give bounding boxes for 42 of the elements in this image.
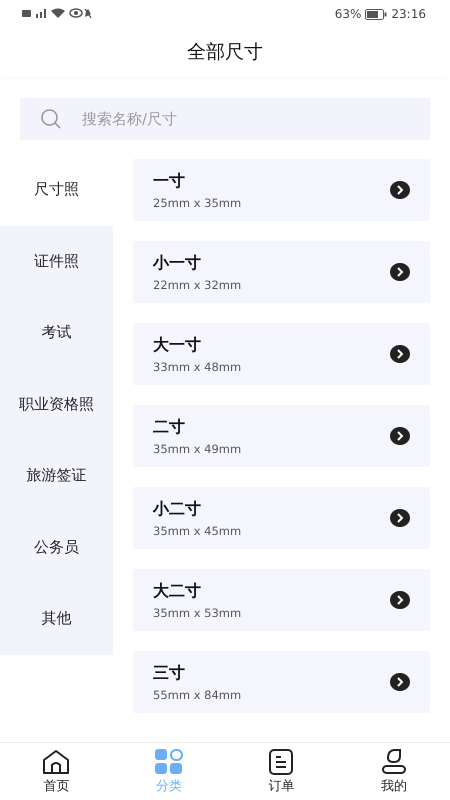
signal-icon (22, 6, 92, 18)
person-icon (380, 749, 408, 775)
size-card[interactable]: 一寸 25mm x 35mm (133, 159, 430, 221)
size-card[interactable]: 小一寸 22mm x 32mm (133, 241, 430, 303)
size-card[interactable]: 大一寸 33mm x 48mm (133, 323, 430, 385)
size-name: 大二寸 (153, 580, 202, 602)
size-dimensions: 33mm x 48mm (153, 360, 242, 374)
document-icon (267, 749, 296, 775)
size-name: 二寸 (153, 416, 186, 438)
chevron-right-icon (390, 673, 410, 691)
size-card[interactable]: 小二寸 35mm x 45mm (133, 487, 430, 549)
tab-item[interactable]: 首页 (0, 743, 112, 800)
size-dimensions: 35mm x 45mm (153, 524, 242, 538)
size-card[interactable]: 三寸 55mm x 84mm (133, 651, 430, 713)
size-name: 小二寸 (153, 498, 202, 520)
chevron-right-icon (390, 591, 410, 609)
size-dimensions: 25mm x 35mm (153, 196, 242, 210)
category-item[interactable]: 尺寸照 (0, 154, 113, 226)
size-card[interactable]: 二寸 35mm x 49mm (133, 405, 430, 467)
home-icon (42, 749, 70, 775)
page-title: 全部尺寸 (187, 40, 263, 65)
size-name: 三寸 (153, 662, 186, 684)
tab-item[interactable]: 订单 (225, 743, 338, 800)
battery-percent: 63% (334, 7, 362, 21)
chevron-right-icon (390, 181, 410, 199)
size-dimensions: 22mm x 32mm (153, 278, 242, 292)
chevron-right-icon (390, 509, 410, 527)
size-name: 小一寸 (153, 252, 202, 274)
tab-item[interactable]: 我的 (338, 743, 450, 800)
size-dimensions: 35mm x 53mm (153, 606, 242, 620)
chevron-right-icon (390, 427, 410, 445)
grid-icon (154, 749, 183, 775)
size-dimensions: 35mm x 49mm (153, 442, 242, 456)
size-card[interactable]: 大二寸 35mm x 53mm (133, 569, 430, 631)
battery-icon (365, 8, 388, 20)
size-name: 一寸 (153, 170, 186, 192)
chevron-right-icon (390, 345, 410, 363)
chevron-right-icon (390, 263, 410, 281)
clock-time: 23:16 (391, 7, 426, 21)
search-field[interactable]: 搜索名称/尺寸 (20, 98, 430, 140)
size-name: 大一寸 (153, 334, 202, 356)
size-dimensions: 55mm x 84mm (153, 688, 242, 702)
